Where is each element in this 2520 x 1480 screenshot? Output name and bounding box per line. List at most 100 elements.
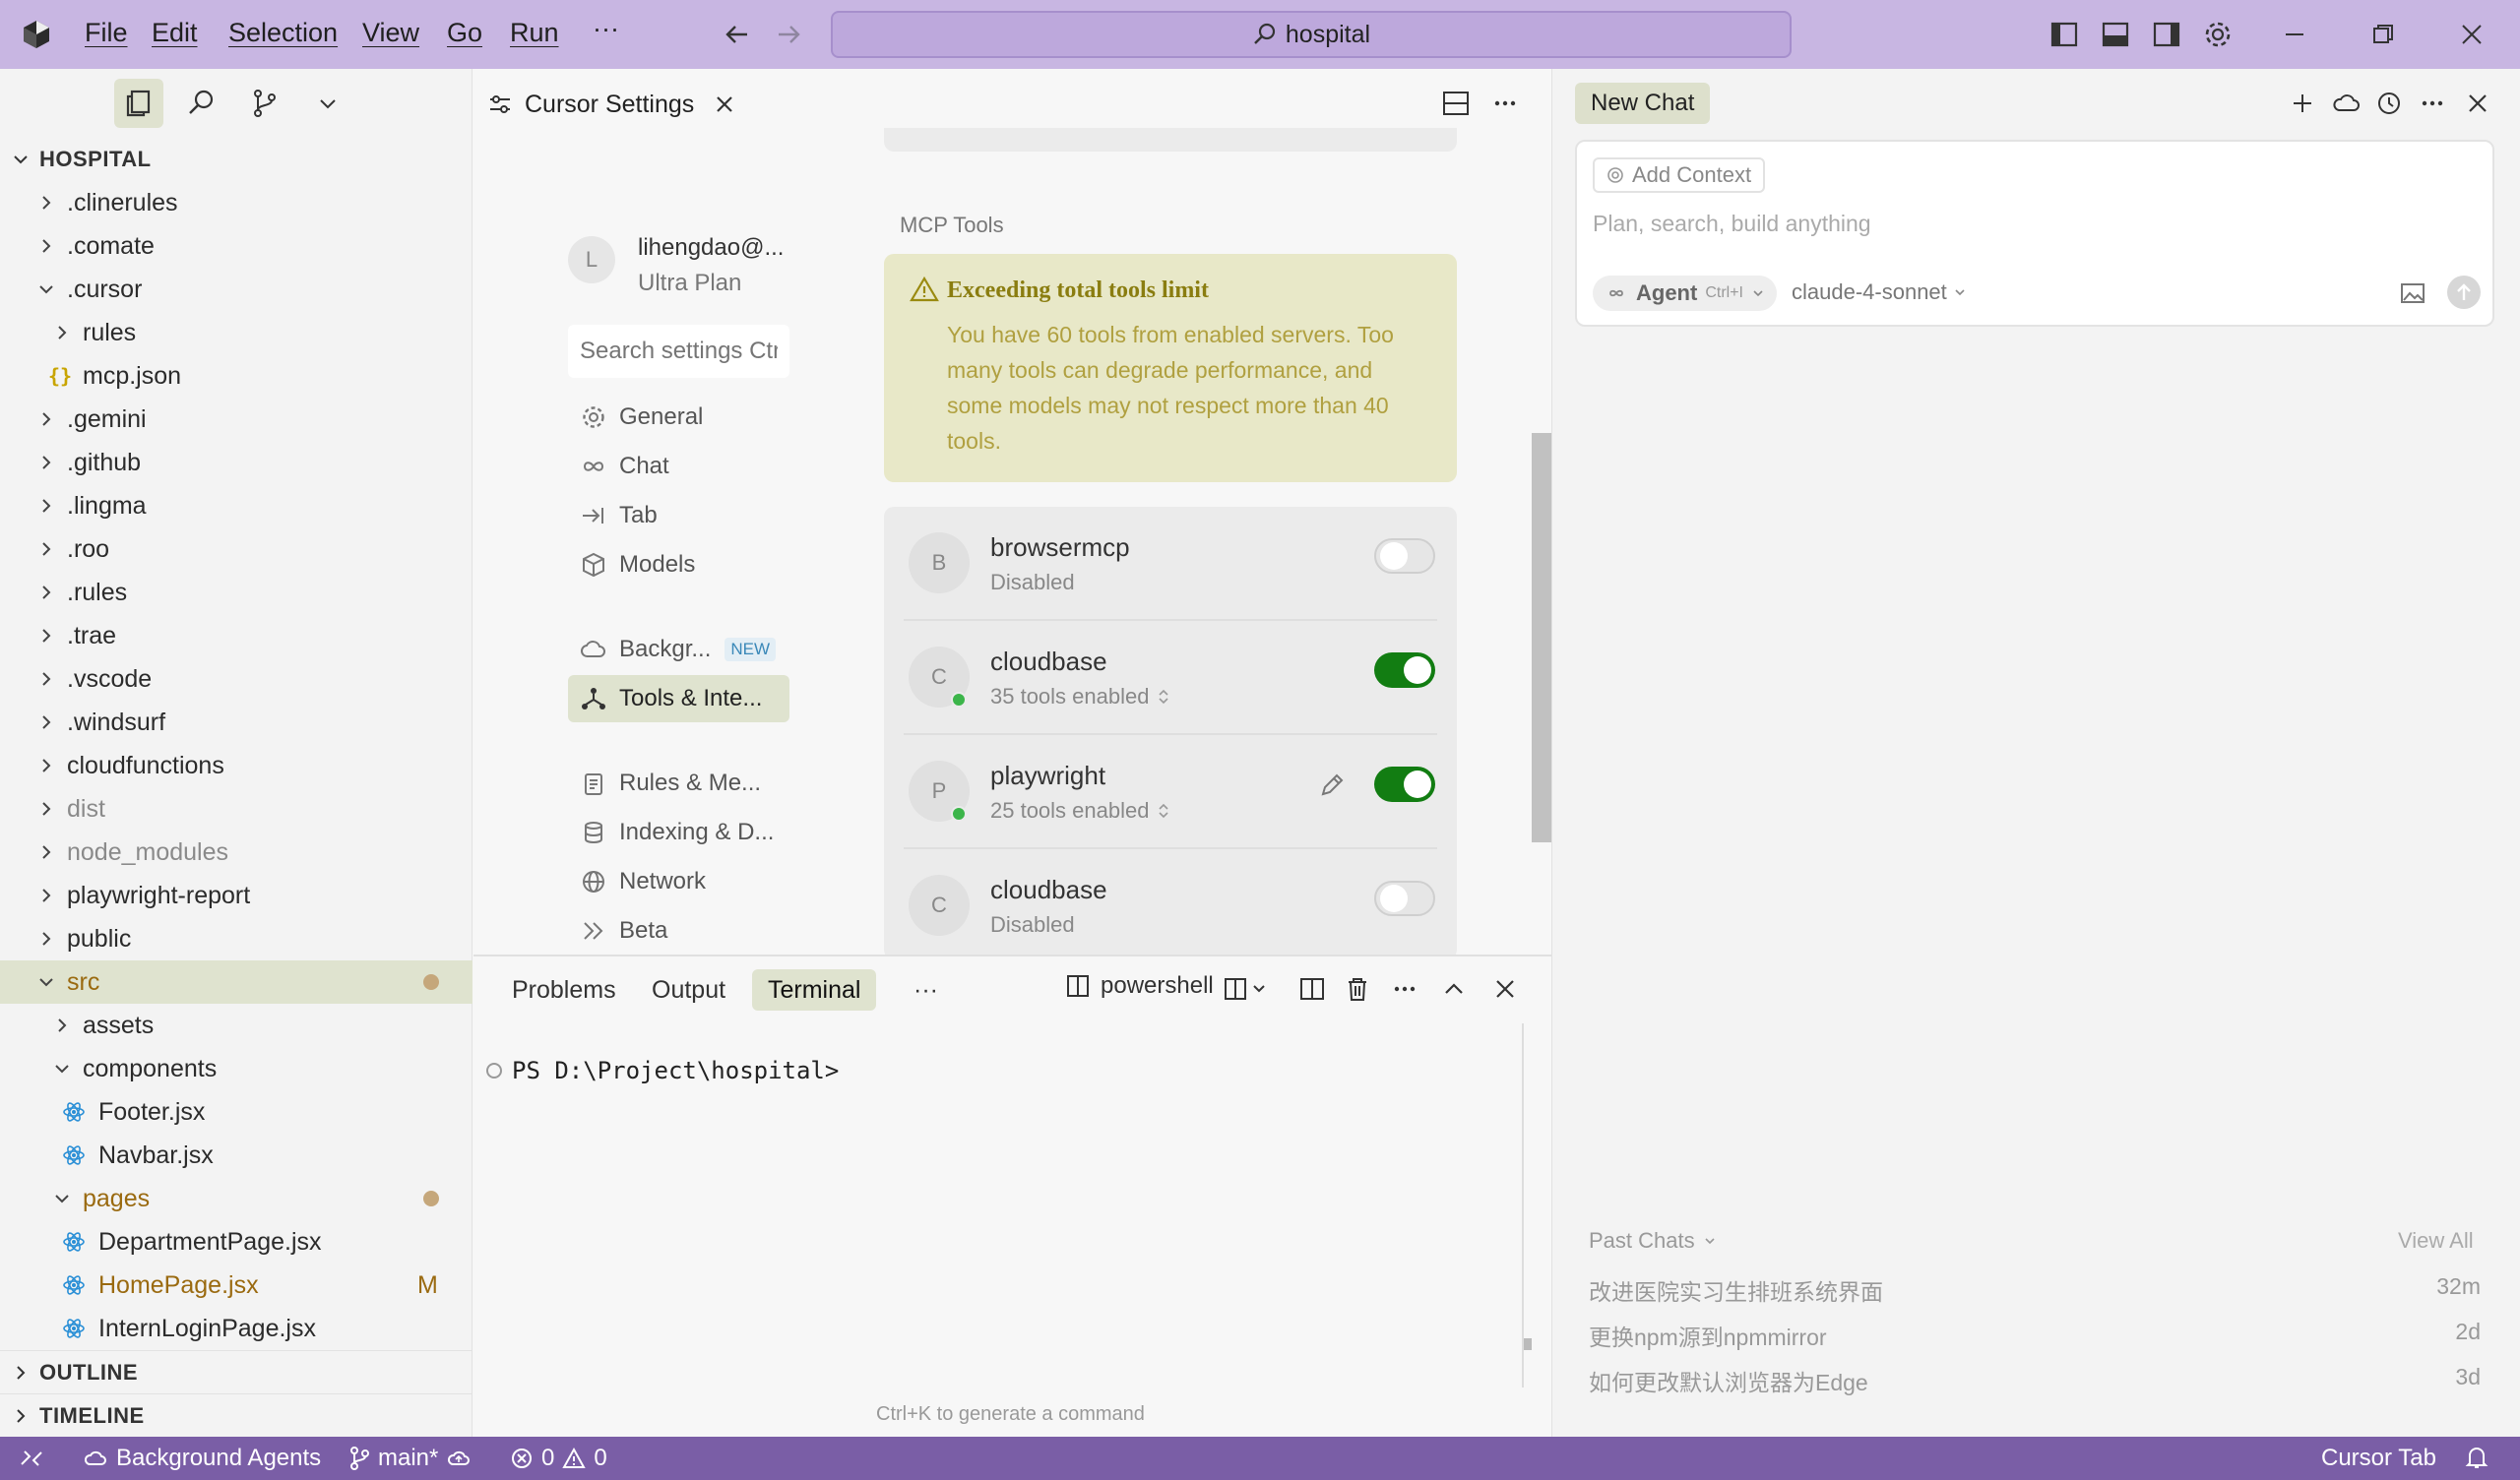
view-all-link[interactable]: View All	[2398, 1228, 2474, 1254]
folder-item[interactable]: .vscode	[0, 657, 472, 701]
background-agents-status[interactable]: Background Agents	[83, 1445, 321, 1472]
minimize-icon[interactable]	[2278, 18, 2311, 51]
add-context-button[interactable]: Add Context	[1593, 157, 1766, 193]
settings-search-box[interactable]	[568, 325, 789, 378]
settings-nav-network[interactable]: Network	[568, 858, 789, 905]
branch-status[interactable]: main*	[348, 1445, 472, 1472]
folder-item[interactable]: .gemini	[0, 398, 472, 441]
folder-item[interactable]: cloudfunctions	[0, 744, 472, 787]
server-toggle[interactable]	[1374, 881, 1435, 916]
plus-icon[interactable]	[2286, 87, 2319, 120]
search-sidebar-icon[interactable]	[185, 87, 219, 120]
file-item[interactable]: {} mcp.json	[0, 354, 472, 398]
timeline-section-header[interactable]: TIMELINE	[0, 1393, 472, 1437]
menu-item-view[interactable]: View	[362, 18, 419, 48]
folder-item[interactable]: .clinerules	[0, 181, 472, 224]
settings-nav-backgr[interactable]: Backgr... NEW	[568, 626, 789, 673]
bell-icon[interactable]	[2465, 1445, 2488, 1470]
file-item[interactable]: InternLoginPage.jsx	[0, 1307, 472, 1350]
settings-search-input[interactable]	[568, 325, 789, 378]
tab-cursor-settings[interactable]: Cursor Settings	[487, 79, 735, 130]
toggle-secondary-sidebar-icon[interactable]	[2150, 18, 2183, 51]
settings-nav-beta[interactable]: Beta	[568, 907, 789, 955]
history-icon[interactable]	[2372, 87, 2406, 120]
settings-nav-tools-inte[interactable]: Tools & Inte...	[568, 675, 789, 722]
settings-nav-chat[interactable]: Chat	[568, 443, 789, 490]
settings-nav-rules-me[interactable]: Rules & Me...	[568, 760, 789, 807]
folder-item[interactable]: .rules	[0, 571, 472, 614]
settings-nav-indexing-d[interactable]: Indexing & D...	[568, 809, 789, 856]
tab-terminal[interactable]: Terminal	[752, 969, 877, 1011]
menu-item-more[interactable]: ···	[593, 14, 619, 44]
terminal-shell-selector[interactable]: powershell	[1065, 972, 1214, 1000]
tab-new-chat[interactable]: New Chat	[1575, 83, 1711, 124]
server-status[interactable]: 35 tools enabled	[990, 684, 1170, 709]
server-status[interactable]: 25 tools enabled	[990, 798, 1170, 824]
server-toggle[interactable]	[1374, 767, 1435, 802]
folder-item[interactable]: rules	[0, 311, 472, 354]
folder-item[interactable]: .trae	[0, 614, 472, 657]
menu-item-selection[interactable]: Selection	[228, 18, 338, 48]
settings-nav-tab[interactable]: Tab	[568, 492, 789, 539]
more-actions-icon[interactable]	[1488, 87, 1522, 120]
folder-item[interactable]: .roo	[0, 527, 472, 571]
folder-item[interactable]: dist	[0, 787, 472, 831]
folder-item[interactable]: .windsurf	[0, 701, 472, 744]
menu-item-run[interactable]: Run	[510, 18, 559, 48]
past-chat-item[interactable]: 如何更改默认浏览器为Edge	[1589, 1364, 1868, 1397]
file-item[interactable]: Footer.jsx	[0, 1090, 472, 1134]
cursor-tab-status[interactable]: Cursor Tab	[2321, 1445, 2436, 1472]
file-item[interactable]: Navbar.jsx	[0, 1134, 472, 1177]
chat-more-icon[interactable]	[2416, 87, 2449, 120]
chat-input-placeholder[interactable]: Plan, search, build anything	[1593, 211, 1871, 237]
folder-item[interactable]: node_modules	[0, 831, 472, 874]
folder-item[interactable]: components	[0, 1047, 472, 1090]
source-control-icon[interactable]	[248, 87, 282, 120]
close-chat-icon[interactable]	[2461, 87, 2494, 120]
folder-item[interactable]: playwright-report	[0, 874, 472, 917]
chevron-down-icon[interactable]	[311, 87, 345, 120]
server-toggle[interactable]	[1374, 652, 1435, 688]
past-chat-item[interactable]: 改进医院实习生排班系统界面	[1589, 1273, 1883, 1307]
menu-item-file[interactable]: File	[85, 18, 128, 48]
restore-icon[interactable]	[2366, 18, 2400, 51]
terminal-scroll-indicator[interactable]	[1524, 1338, 1532, 1350]
files-icon[interactable]	[122, 87, 156, 120]
close-panel-icon[interactable]	[1488, 972, 1522, 1006]
folder-item[interactable]: .cursor	[0, 268, 472, 311]
toggle-panel-icon[interactable]	[2099, 18, 2132, 51]
pencil-icon[interactable]	[1317, 771, 1347, 800]
file-item[interactable]: HomePage.jsx M	[0, 1264, 472, 1307]
explorer-root-header[interactable]: HOSPITAL	[0, 138, 472, 181]
folder-item[interactable]: src	[0, 960, 472, 1004]
split-terminal-icon[interactable]	[1295, 972, 1329, 1006]
settings-nav-models[interactable]: Models	[568, 541, 789, 588]
folder-item[interactable]: pages	[0, 1177, 472, 1220]
folder-item[interactable]: .github	[0, 441, 472, 484]
scrollbar-thumb[interactable]	[1532, 433, 1551, 842]
menu-item-edit[interactable]: Edit	[152, 18, 198, 48]
trash-icon[interactable]	[1341, 972, 1374, 1006]
settings-nav-general[interactable]: General	[568, 394, 789, 441]
toggle-sidebar-icon[interactable]	[2048, 18, 2081, 51]
settings-gear-icon[interactable]	[2201, 18, 2235, 51]
menu-item-go[interactable]: Go	[447, 18, 482, 48]
past-chat-item[interactable]: 更换npm源到npmmirror	[1589, 1319, 1827, 1352]
file-item[interactable]: DepartmentPage.jsx	[0, 1220, 472, 1264]
folder-item[interactable]: .comate	[0, 224, 472, 268]
agent-mode-selector[interactable]: Agent Ctrl+I	[1593, 276, 1777, 311]
panel-more-icon[interactable]	[1388, 972, 1421, 1006]
split-editor-icon[interactable]	[1439, 87, 1473, 120]
image-icon[interactable]	[2400, 281, 2426, 305]
panel-tabs-more[interactable]: ···	[898, 969, 954, 1011]
tab-problems[interactable]: Problems	[496, 969, 632, 1011]
close-tab-icon[interactable]	[714, 93, 735, 115]
cloud-icon[interactable]	[2329, 87, 2362, 120]
command-center-search[interactable]: hospital	[831, 11, 1792, 58]
close-window-icon[interactable]	[2455, 18, 2488, 51]
back-arrow-icon[interactable]	[721, 18, 754, 51]
folder-item[interactable]: assets	[0, 1004, 472, 1047]
maximize-panel-icon[interactable]	[1437, 972, 1471, 1006]
server-toggle[interactable]	[1374, 538, 1435, 574]
folder-item[interactable]: .lingma	[0, 484, 472, 527]
